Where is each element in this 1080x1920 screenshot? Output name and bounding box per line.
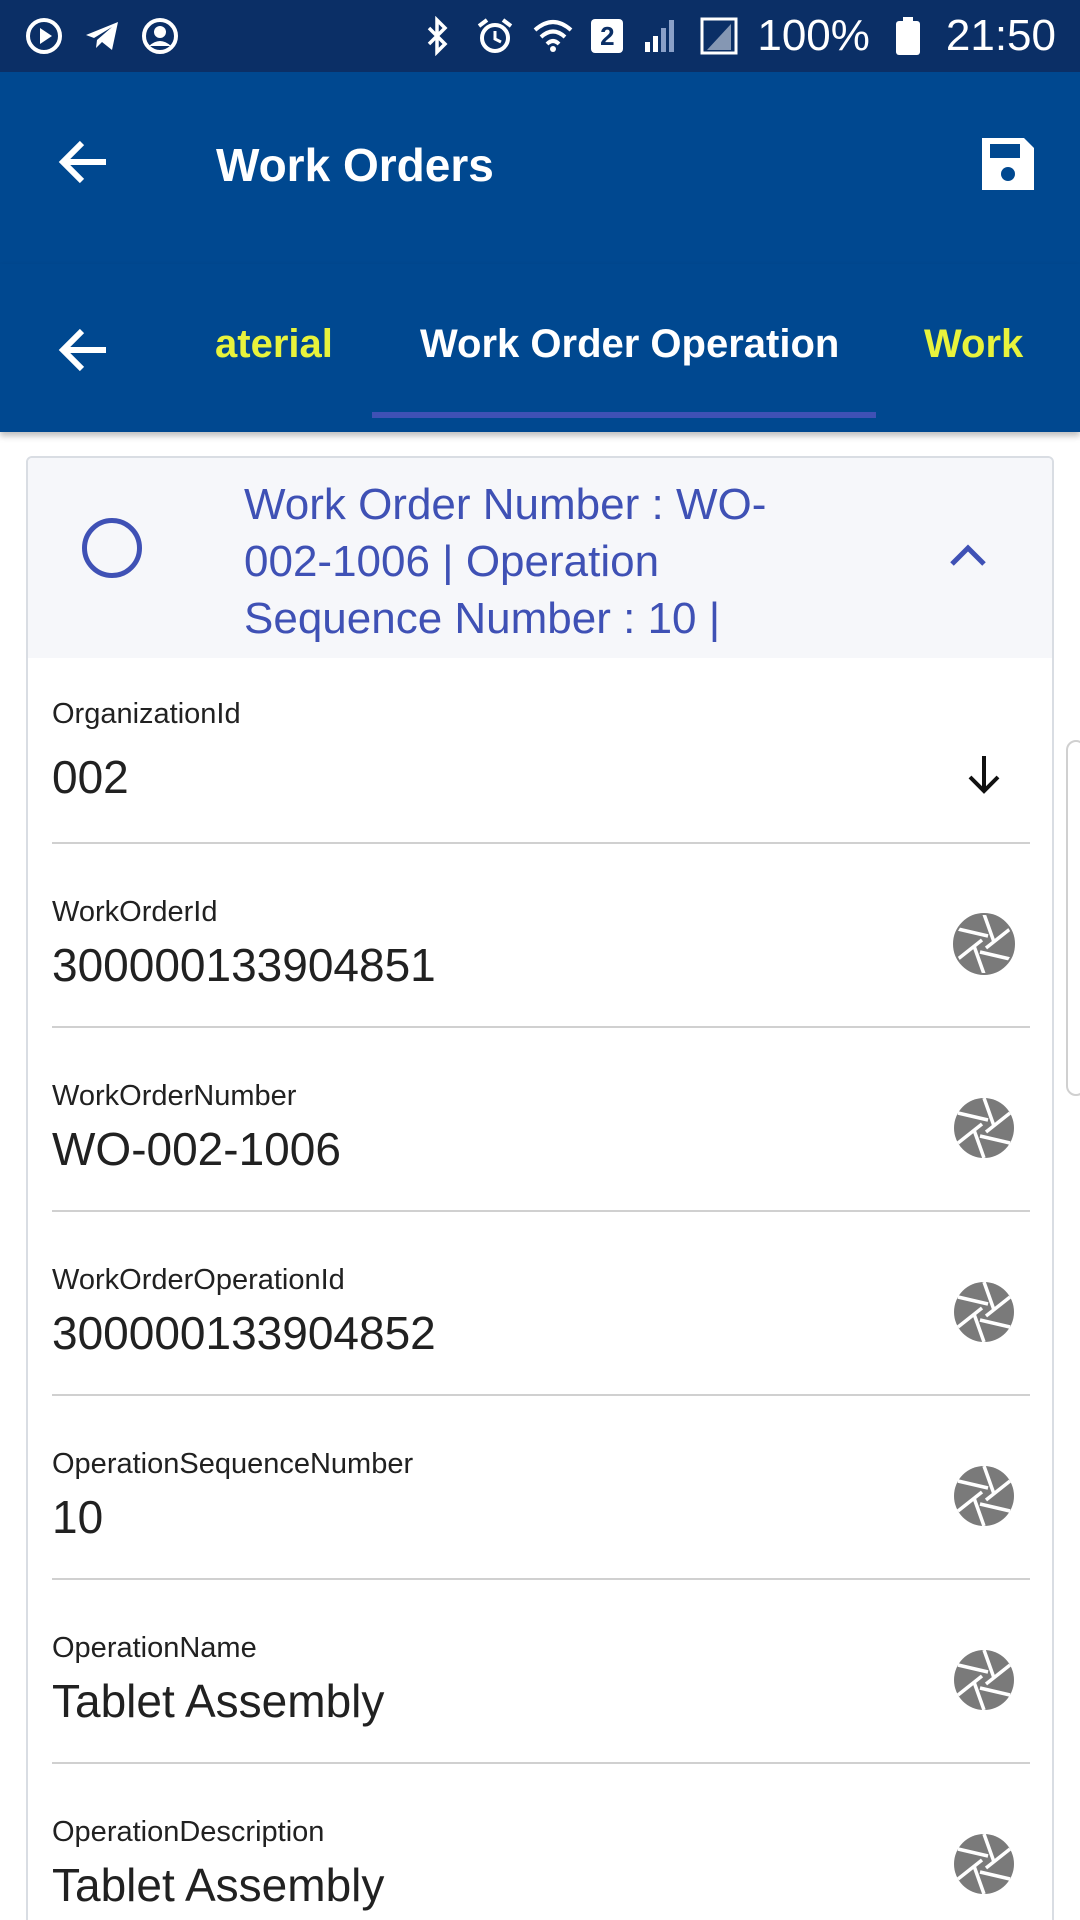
field-label: WorkOrderNumber bbox=[52, 1080, 297, 1112]
active-tab-indicator bbox=[372, 412, 876, 418]
field-value: 10 bbox=[52, 1491, 104, 1543]
camera-aperture-icon[interactable] bbox=[952, 1096, 1016, 1160]
camera-aperture-icon[interactable] bbox=[952, 1648, 1016, 1712]
field-operation-description[interactable]: OperationDescription Tablet Assembly bbox=[52, 1764, 1030, 1920]
field-work-order-id[interactable]: WorkOrderId 300000133904851 bbox=[52, 844, 1030, 1028]
signal-icon bbox=[641, 16, 681, 56]
field-value: 300000133904851 bbox=[52, 939, 436, 991]
clock: 21:50 bbox=[945, 11, 1056, 60]
select-radio[interactable] bbox=[82, 518, 142, 578]
card-header[interactable]: Work Order Number : WO-002-1006 | Operat… bbox=[28, 458, 1052, 658]
camera-aperture-icon[interactable] bbox=[952, 912, 1016, 976]
tab-work-order-operation[interactable]: Work Order Operation bbox=[420, 322, 839, 367]
account-circle-icon bbox=[140, 16, 180, 56]
status-bar: 2 100% 21:50 bbox=[0, 0, 1080, 72]
camera-aperture-icon[interactable] bbox=[952, 1464, 1016, 1528]
field-value: Tablet Assembly bbox=[52, 1859, 385, 1911]
field-label: OperationDescription bbox=[52, 1816, 325, 1848]
app-bar: Work Orders bbox=[0, 72, 1080, 264]
arrow-down-icon[interactable] bbox=[962, 750, 1006, 798]
tab-material[interactable]: aterial bbox=[215, 322, 333, 367]
battery-icon bbox=[888, 16, 928, 56]
sim-badge: 2 bbox=[591, 19, 624, 53]
arrow-left-icon[interactable] bbox=[56, 322, 112, 378]
page-title: Work Orders bbox=[216, 139, 494, 191]
tab-work[interactable]: Work bbox=[924, 322, 1023, 367]
field-organization-id[interactable]: OrganizationId 002 bbox=[52, 658, 1030, 844]
bluetooth-icon bbox=[417, 16, 457, 56]
battery-percent: 100% bbox=[757, 11, 870, 60]
field-value: 002 bbox=[52, 751, 129, 803]
field-value: Tablet Assembly bbox=[52, 1675, 385, 1727]
field-operation-name[interactable]: OperationName Tablet Assembly bbox=[52, 1580, 1030, 1764]
status-bar-left bbox=[24, 16, 180, 56]
camera-aperture-icon[interactable] bbox=[952, 1280, 1016, 1344]
field-label: WorkOrderId bbox=[52, 896, 218, 928]
floppy-disk-icon[interactable] bbox=[978, 134, 1038, 194]
field-work-order-number[interactable]: WorkOrderNumber WO-002-1006 bbox=[52, 1028, 1030, 1212]
camera-aperture-icon[interactable] bbox=[952, 1832, 1016, 1896]
status-bar-right: 2 100% 21:50 bbox=[417, 11, 1056, 61]
field-label: OperationSequenceNumber bbox=[52, 1448, 414, 1480]
arrow-left-icon[interactable] bbox=[56, 134, 112, 190]
field-label: OperationName bbox=[52, 1632, 257, 1664]
alarm-icon bbox=[475, 16, 515, 56]
play-circle-icon bbox=[24, 16, 64, 56]
tab-scroll-mask bbox=[140, 264, 214, 432]
field-label: OrganizationId bbox=[52, 698, 241, 730]
signal-roaming-icon bbox=[699, 16, 739, 56]
card-title: Work Order Number : WO-002-1006 | Operat… bbox=[244, 480, 767, 643]
scrollbar-handle[interactable] bbox=[1066, 740, 1080, 1096]
work-order-operation-card: Work Order Number : WO-002-1006 | Operat… bbox=[26, 456, 1054, 1920]
field-value: 300000133904852 bbox=[52, 1307, 436, 1359]
tab-bar: aterial Work Order Operation Work bbox=[0, 264, 1080, 432]
field-operation-sequence-number[interactable]: OperationSequenceNumber 10 bbox=[52, 1396, 1030, 1580]
telegram-icon bbox=[82, 16, 122, 56]
field-value: WO-002-1006 bbox=[52, 1123, 341, 1175]
field-label: WorkOrderOperationId bbox=[52, 1264, 345, 1296]
wifi-icon bbox=[533, 16, 573, 56]
chevron-up-icon[interactable] bbox=[946, 538, 990, 570]
field-work-order-operation-id[interactable]: WorkOrderOperationId 300000133904852 bbox=[52, 1212, 1030, 1396]
